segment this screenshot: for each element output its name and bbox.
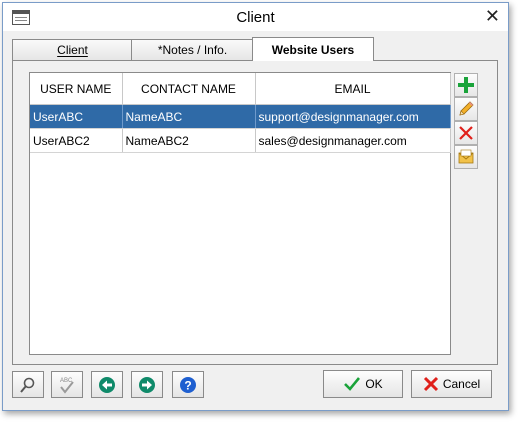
add-icon [458,77,474,93]
window-title: Client [236,9,275,26]
table-row[interactable]: UserABC NameABC support@designmanager.co… [30,104,451,129]
column-header-user-name[interactable]: USER NAME [30,73,123,105]
edit-user-button[interactable] [454,97,478,121]
column-header-contact-name[interactable]: CONTACT NAME [122,73,256,105]
magnifier-icon [20,377,35,393]
delete-user-button[interactable] [454,121,478,145]
column-header-email[interactable]: EMAIL [255,73,451,105]
close-icon[interactable]: ✕ [485,6,500,27]
search-button[interactable] [12,371,44,398]
arrow-right-icon [139,376,155,393]
edit-pencil-icon [459,101,474,116]
svg-text:?: ? [184,378,191,392]
help-question-icon: ? [180,376,196,393]
title-bar: Client ✕ [3,3,508,31]
cancel-button[interactable]: Cancel [411,370,492,398]
help-button[interactable]: ? [172,371,204,398]
client-dialog: Client ✕ Client *Notes / Info. Website U… [2,2,509,411]
table-row[interactable]: UserABC2 NameABC2 sales@designmanager.co… [30,128,451,153]
table-header-row: USER NAME CONTACT NAME EMAIL [30,73,451,105]
checkmark-icon [344,377,361,391]
spell-check-icon: ABC [60,378,74,394]
next-record-button[interactable] [131,371,163,398]
add-user-button[interactable] [454,73,478,97]
cancel-button-label: Cancel [442,377,481,391]
email-user-button[interactable] [454,145,478,169]
cell-user-name: UserABC2 [30,128,123,153]
cell-email: sales@designmanager.com [255,128,451,153]
tab-client-label: Client [57,43,88,57]
tab-website-users[interactable]: Website Users [252,37,374,61]
email-envelope-icon [458,149,474,164]
tab-notes-info-label: *Notes / Info. [157,43,228,57]
cell-contact-name: NameABC [122,104,256,129]
previous-record-button[interactable] [91,371,123,398]
delete-x-icon [459,126,473,140]
spell-check-button[interactable]: ABC [51,371,83,398]
ok-button[interactable]: OK [323,370,403,398]
cancel-x-icon [423,376,438,392]
arrow-left-icon [99,376,115,393]
users-grid[interactable]: USER NAME CONTACT NAME EMAIL UserABC Nam… [29,72,451,355]
tab-client[interactable]: Client [12,39,133,60]
cell-contact-name: NameABC2 [122,128,256,153]
cell-email: support@designmanager.com [255,104,451,129]
ok-button-label: OK [365,377,383,391]
website-users-panel: USER NAME CONTACT NAME EMAIL UserABC Nam… [12,60,498,365]
cell-user-name: UserABC [30,104,123,129]
users-table: USER NAME CONTACT NAME EMAIL UserABC Nam… [30,73,451,153]
tab-website-users-label: Website Users [271,43,355,57]
tab-notes-info[interactable]: *Notes / Info. [131,39,254,60]
